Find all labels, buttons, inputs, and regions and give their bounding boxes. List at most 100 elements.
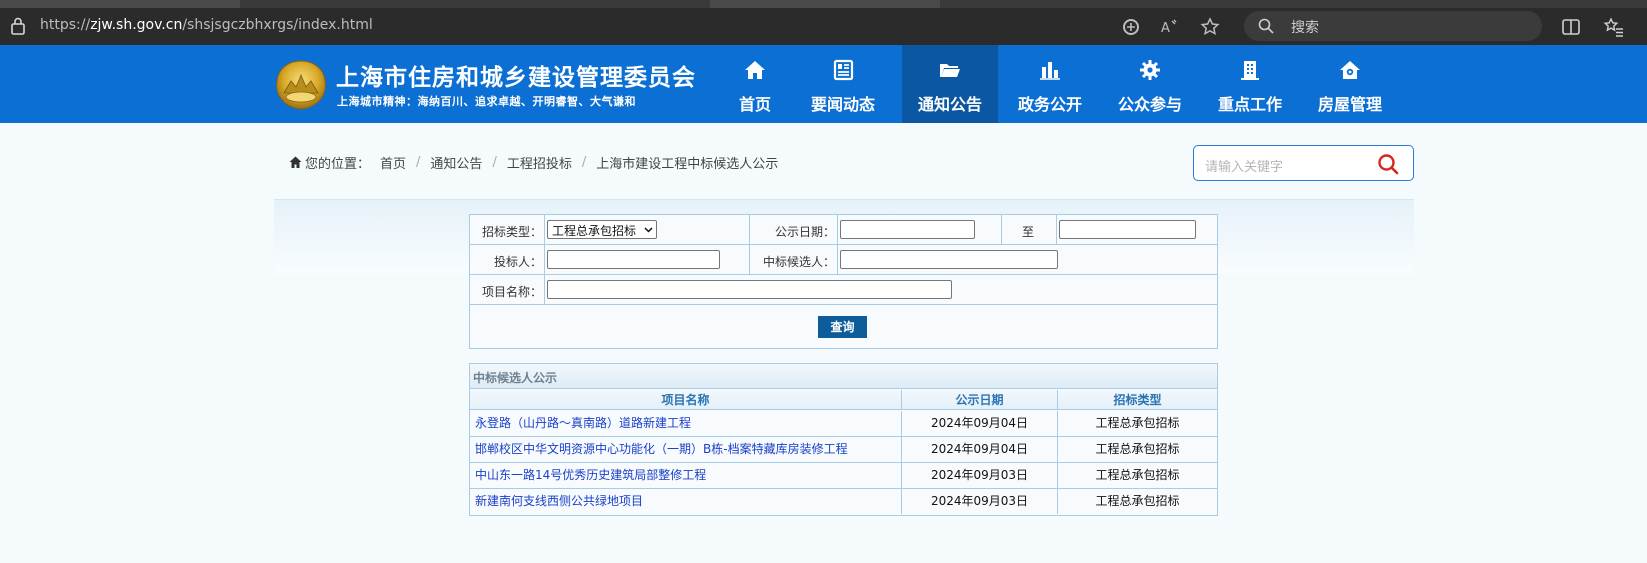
- publish-date: 2024年09月04日: [902, 437, 1058, 462]
- bid-type: 工程总承包招标: [1095, 494, 1180, 508]
- browser-tab[interactable]: [710, 0, 940, 8]
- date-to-label: 至: [1022, 225, 1035, 239]
- publish-date: 2024年09月03日: [902, 489, 1058, 514]
- site-search-input[interactable]: 请输入关键字: [1193, 145, 1414, 181]
- search-icon: [1258, 18, 1274, 34]
- results-title: 中标候选人公示: [470, 364, 1217, 389]
- form-value-cell: [838, 245, 1217, 275]
- favorites-list-icon[interactable]: [1603, 16, 1625, 38]
- nav-news[interactable]: 要闻动态: [795, 45, 891, 123]
- nav-label: 公众参与: [1117, 95, 1182, 114]
- house-gear-icon: [1340, 61, 1360, 79]
- date-to-input[interactable]: [1059, 220, 1196, 239]
- nav-label: 通知公告: [917, 95, 982, 114]
- project-name-input[interactable]: [547, 280, 952, 299]
- project-link[interactable]: 邯郸校区中华文明资源中心功能化（一期）B栋-档案特藏库房装修工程: [470, 437, 902, 462]
- breadcrumb-notices[interactable]: 通知公告: [430, 153, 482, 172]
- project-link[interactable]: 新建南何支线西侧公共绿地项目: [470, 489, 902, 514]
- lock-icon[interactable]: [10, 17, 26, 35]
- nav-label: 要闻动态: [810, 95, 875, 114]
- results-rows: 永登路（山丹路～真南路）道路新建工程 2024年09月04日 工程总承包招标 邯…: [470, 411, 1217, 515]
- results-table: 中标候选人公示 项目名称 公示日期 招标类型 永登路（山丹路～真南路）道路新建工…: [469, 363, 1218, 516]
- browser-address-bar: https://zjw.sh.gov.cn/shsjsgczbhxrgs/ind…: [0, 8, 1647, 45]
- url-field[interactable]: https://zjw.sh.gov.cn/shsjsgczbhxrgs/ind…: [40, 17, 373, 33]
- split-screen-icon[interactable]: [1560, 16, 1582, 38]
- svg-text:A: A: [1161, 21, 1170, 36]
- search-form: 招标类型： 工程总承包招标 公示日期： 至 投标人： 中标候选人： 项目名称： …: [469, 214, 1218, 349]
- form-label-cell: 招标类型：: [470, 215, 545, 245]
- date-from-input[interactable]: [840, 220, 975, 239]
- form-label-cell: 中标候选人：: [750, 245, 838, 275]
- column-header-date: 公示日期: [902, 390, 1058, 410]
- bid-type-label: 招标类型：: [481, 225, 542, 239]
- nav-gov-affairs[interactable]: 政务公开: [1002, 45, 1098, 123]
- date-label: 公示日期：: [774, 225, 835, 239]
- nav-key-work[interactable]: 重点工作: [1202, 45, 1298, 123]
- form-label-cell: 公示日期：: [750, 215, 838, 245]
- breadcrumb-current[interactable]: 上海市建设工程中标候选人公示: [596, 153, 778, 172]
- bidder-input[interactable]: [547, 250, 720, 269]
- nav-label: 首页: [738, 95, 771, 114]
- table-row: 中山东一路14号优秀历史建筑局部整修工程 2024年09月03日 工程总承包招标: [470, 463, 1217, 489]
- url-host: zjw.sh.gov.cn: [90, 17, 183, 33]
- form-value-cell: [545, 245, 750, 275]
- url-prefix: https://: [40, 17, 91, 33]
- chevron-down-icon: [644, 227, 653, 233]
- table-row: 永登路（山丹路～真南路）道路新建工程 2024年09月04日 工程总承包招标: [470, 411, 1217, 437]
- project-link[interactable]: 中山东一路14号优秀历史建筑局部整修工程: [470, 463, 902, 488]
- site-logo[interactable]: [274, 59, 328, 111]
- nav-label: 重点工作: [1217, 95, 1282, 114]
- site-search-placeholder: 请输入关键字: [1205, 160, 1284, 175]
- browser-tab-strip: [0, 0, 1647, 8]
- gear-icon: [1140, 60, 1160, 80]
- breadcrumb-separator: /: [492, 155, 497, 170]
- nav-label: 房屋管理: [1317, 95, 1382, 114]
- form-value-cell: [1057, 215, 1217, 245]
- table-row: 新建南何支线西侧公共绿地项目 2024年09月03日 工程总承包招标: [470, 489, 1217, 515]
- browser-search-box[interactable]: 搜索: [1244, 11, 1542, 41]
- bid-type-selected: 工程总承包招标: [552, 224, 637, 238]
- folder-icon: [940, 64, 960, 77]
- home-icon: [289, 156, 302, 168]
- search-icon[interactable]: [1377, 153, 1399, 175]
- project-link[interactable]: 永登路（山丹路～真南路）道路新建工程: [470, 411, 902, 436]
- project-name-label: 项目名称：: [481, 285, 542, 299]
- form-value-cell: [545, 275, 1217, 305]
- query-button[interactable]: 查询: [818, 316, 867, 338]
- breadcrumb-separator: /: [581, 155, 587, 170]
- nav-home[interactable]: 首页: [707, 45, 803, 123]
- breadcrumb-prefix: 您的位置：: [305, 157, 371, 172]
- column-header-bid-type: 招标类型: [1058, 390, 1217, 410]
- candidate-label: 中标候选人：: [762, 255, 835, 269]
- breadcrumb-bidding[interactable]: 工程招投标: [507, 153, 572, 172]
- bid-type: 工程总承包招标: [1095, 468, 1180, 482]
- site-title: 上海市住房和城乡建设管理委员会: [336, 65, 696, 91]
- nav-housing-management[interactable]: 房屋管理: [1302, 45, 1398, 123]
- breadcrumb: 您的位置： 首页 / 通知公告 / 工程招投标 / 上海市建设工程中标候选人公示: [289, 153, 778, 172]
- bidder-label: 投标人：: [493, 255, 542, 269]
- breadcrumb-home[interactable]: 首页: [380, 153, 406, 172]
- site-header: 上海市住房和城乡建设管理委员会 上海城市精神：海纳百川、追求卓越、开明睿智、大气…: [0, 45, 1647, 123]
- nav-notices[interactable]: 通知公告: [902, 45, 998, 123]
- site-motto: 上海城市精神：海纳百川、追求卓越、开明睿智、大气谦和: [337, 95, 636, 108]
- nav-public-participation[interactable]: 公众参与: [1102, 45, 1198, 123]
- bid-type: 工程总承包招标: [1095, 442, 1180, 456]
- column-header-project-name: 项目名称: [470, 390, 902, 410]
- table-row: 邯郸校区中华文明资源中心功能化（一期）B栋-档案特藏库房装修工程 2024年09…: [470, 437, 1217, 463]
- bid-type-select[interactable]: 工程总承包招标: [547, 220, 657, 239]
- bid-type: 工程总承包招标: [1095, 416, 1180, 430]
- browser-tab[interactable]: [0, 0, 240, 8]
- building-icon: [1241, 61, 1259, 80]
- form-label-cell: 投标人：: [470, 245, 545, 275]
- browser-search-placeholder: 搜索: [1291, 20, 1319, 36]
- favorite-star-icon[interactable]: [1199, 16, 1221, 38]
- home-icon: [745, 61, 765, 79]
- news-icon: [833, 59, 854, 81]
- form-value-cell: 工程总承包招标: [545, 215, 750, 245]
- candidate-input[interactable]: [840, 250, 1058, 269]
- nav-label: 政务公开: [1017, 95, 1082, 114]
- publish-date: 2024年09月03日: [902, 463, 1058, 488]
- translate-icon[interactable]: [1120, 16, 1142, 38]
- read-aloud-icon[interactable]: A: [1158, 16, 1180, 38]
- publish-date: 2024年09月04日: [902, 411, 1058, 436]
